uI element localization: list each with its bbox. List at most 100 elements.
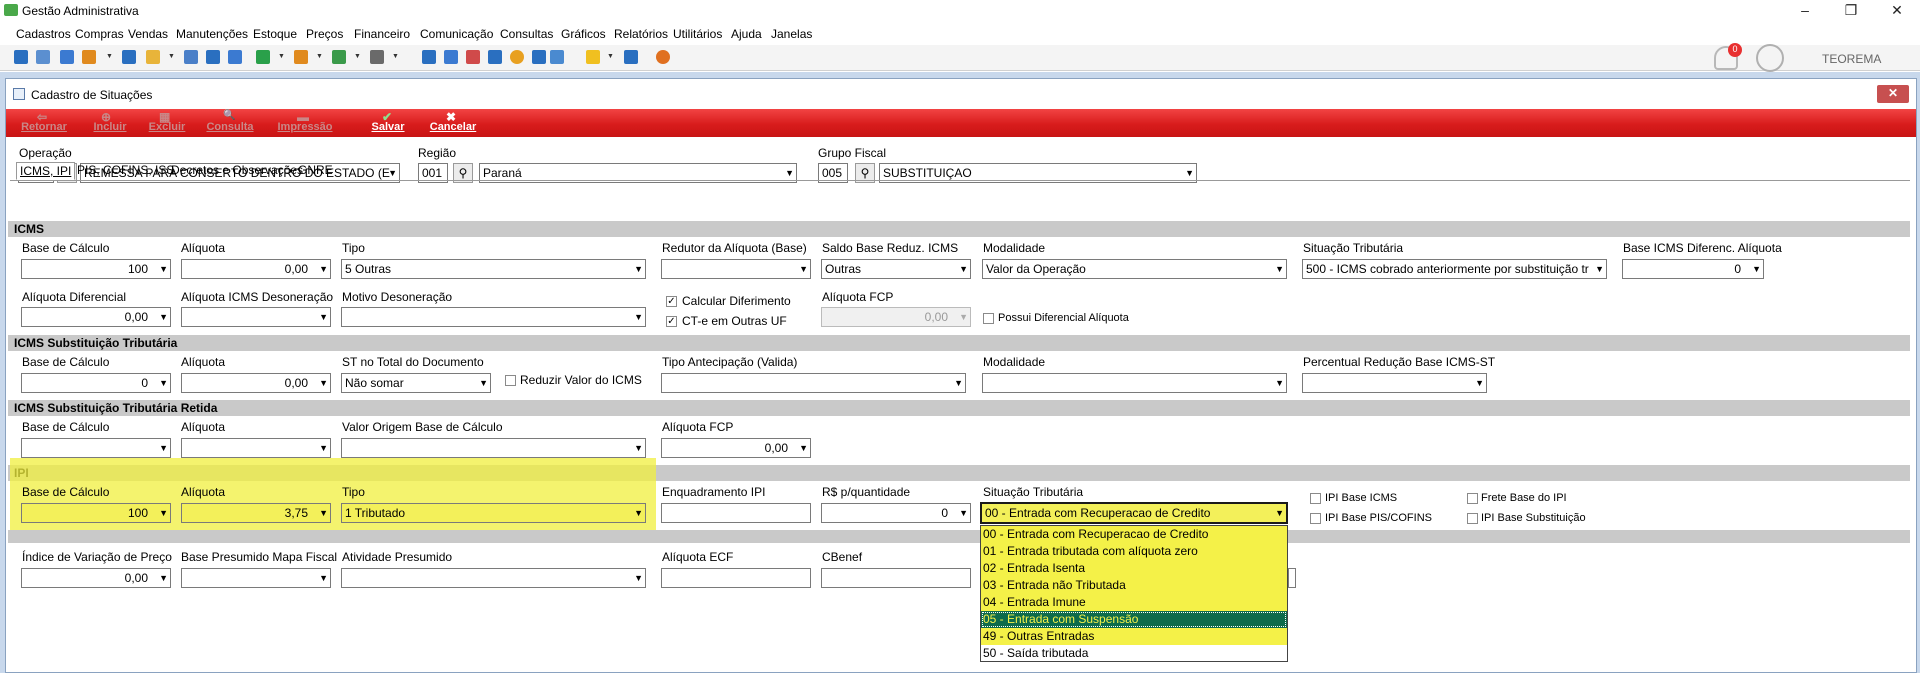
menu-janelas[interactable]: Janelas	[771, 27, 812, 41]
calendar-icon[interactable]	[466, 50, 480, 64]
table-icon[interactable]	[488, 50, 502, 64]
card-icon[interactable]	[60, 50, 74, 64]
st-modal-select[interactable]: ▼	[982, 373, 1287, 393]
list-item[interactable]: 04 - Entrada Imune	[981, 594, 1287, 611]
chart-icon[interactable]	[532, 50, 546, 64]
list-icon[interactable]	[82, 50, 96, 64]
ipi-tipo-select[interactable]: 1 Tributado ▼	[341, 503, 646, 523]
frete-base-checkbox[interactable]	[1467, 493, 1478, 504]
cancel-button[interactable]: Cancelar	[426, 121, 480, 133]
window-icon[interactable]	[550, 50, 564, 64]
st-base-input[interactable]: 0 ▼	[21, 373, 171, 393]
icms-tipo-select[interactable]: 5 Outras ▼	[341, 259, 646, 279]
menu-vendas[interactable]: Vendas	[128, 27, 168, 41]
ipi-base-icms-checkbox[interactable]	[1310, 493, 1321, 504]
maximize-button[interactable]: ❐	[1828, 0, 1874, 22]
toolbar-dropdown-icon[interactable]: ▼	[316, 53, 323, 60]
ativ-select[interactable]: ▼	[341, 568, 646, 588]
ret-aliq-input[interactable]: ▼	[181, 438, 331, 458]
toolbar-dropdown-icon[interactable]: ▼	[607, 53, 614, 60]
toolbar-dropdown-icon[interactable]: ▼	[106, 53, 113, 60]
icms-difal-input[interactable]: 0 ▼	[1622, 259, 1764, 279]
menu-graficos[interactable]: Gráficos	[561, 27, 606, 41]
ipi-sit-select[interactable]: 00 - Entrada com Recuperacao de Credito ▼	[980, 502, 1288, 524]
icms-sit-select[interactable]: 500 - ICMS cobrado anteriormente por sub…	[1302, 259, 1607, 279]
return-button[interactable]: Retornar	[18, 121, 70, 133]
menu-cadastros[interactable]: Cadastros	[16, 27, 71, 41]
tab-pis-cofins-iss[interactable]: PIS, COFINS, ISS	[74, 162, 177, 180]
menu-compras[interactable]: Compras	[75, 27, 124, 41]
menu-consultas[interactable]: Consultas	[500, 27, 553, 41]
list-item[interactable]: 02 - Entrada Isenta	[981, 560, 1287, 577]
delete-button[interactable]: Excluir	[143, 121, 191, 133]
ecf-input[interactable]	[661, 568, 811, 588]
ret-origem-select[interactable]: ▼	[341, 438, 646, 458]
toolbar-dropdown-icon[interactable]: ▼	[168, 53, 175, 60]
fcp-input[interactable]: 0,00 ▼	[821, 307, 971, 327]
report-icon[interactable]	[122, 50, 136, 64]
printer-icon[interactable]	[370, 50, 384, 64]
list-item[interactable]: 50 - Saída tributada	[981, 645, 1287, 662]
menu-comunicacao[interactable]: Comunicação	[420, 27, 493, 41]
st-tipo-select[interactable]: ▼	[661, 373, 966, 393]
list-item[interactable]: 49 - Outras Entradas	[981, 628, 1287, 645]
icms-modal-select[interactable]: Valor da Operação ▼	[982, 259, 1287, 279]
reduzir-checkbox[interactable]	[505, 375, 516, 386]
star-icon[interactable]	[586, 50, 600, 64]
ind-input[interactable]: 0,00 ▼	[21, 568, 171, 588]
ipi-pis-checkbox[interactable]	[1310, 513, 1321, 524]
info-icon[interactable]	[206, 50, 220, 64]
menu-estoque[interactable]: Estoque	[253, 27, 297, 41]
cbenef-input[interactable]	[821, 568, 971, 588]
icms-saldo-select[interactable]: Outras ▼	[821, 259, 971, 279]
form-close-button[interactable]: ✕	[1877, 85, 1909, 103]
list-item[interactable]: 03 - Entrada não Tributada	[981, 577, 1287, 594]
ipi-base-input[interactable]: 100 ▼	[21, 503, 171, 523]
menu-financeiro[interactable]: Financeiro	[354, 27, 410, 41]
icms-base-input[interactable]: 100 ▼	[21, 259, 171, 279]
menu-manutencoes[interactable]: Manutenções	[176, 27, 248, 41]
motivo-select[interactable]: ▼	[341, 307, 646, 327]
tab-decretos[interactable]: Decretos e Observações	[168, 162, 306, 180]
st-total-select[interactable]: Não somar ▼	[341, 373, 491, 393]
user-avatar-icon[interactable]	[1756, 44, 1784, 72]
clock-icon[interactable]	[510, 50, 524, 64]
possui-checkbox[interactable]	[983, 313, 994, 324]
tag-icon[interactable]	[184, 50, 198, 64]
cte-checkbox[interactable]: ✓	[666, 316, 677, 327]
screen-icon[interactable]	[228, 50, 242, 64]
users-icon[interactable]	[36, 50, 50, 64]
query-button[interactable]: Consulta	[201, 121, 259, 133]
calculator-icon[interactable]	[444, 50, 458, 64]
add-button[interactable]: Incluir	[88, 121, 132, 133]
calc-diferimento-checkbox[interactable]: ✓	[666, 296, 677, 307]
ipi-aliq-input[interactable]: 3,75 ▼	[181, 503, 331, 523]
menu-ajuda[interactable]: Ajuda	[731, 27, 762, 41]
truck-icon[interactable]	[332, 50, 346, 64]
grid-icon[interactable]	[422, 50, 436, 64]
list-item[interactable]: 01 - Entrada tributada com alíquota zero	[981, 543, 1287, 560]
ipi-rs-input[interactable]: 0 ▼	[821, 503, 971, 523]
menu-utilitarios[interactable]: Utilitários	[673, 27, 722, 41]
tab-gnre[interactable]: GNRE	[295, 162, 336, 180]
print-button[interactable]: Impressão	[272, 121, 338, 133]
box-icon[interactable]	[294, 50, 308, 64]
power-icon[interactable]	[656, 50, 670, 64]
save-button[interactable]: Salvar	[366, 121, 410, 133]
icms-redutor-select[interactable]: ▼	[661, 259, 811, 279]
tab-icms-ipi[interactable]: ICMS, IPI	[16, 162, 76, 180]
deson-input[interactable]: ▼	[181, 307, 331, 327]
minimize-button[interactable]: –	[1782, 0, 1828, 22]
ret-base-input[interactable]: ▼	[21, 438, 171, 458]
icms-aliq-input[interactable]: 0,00 ▼	[181, 259, 331, 279]
new-doc-icon[interactable]	[14, 50, 28, 64]
toolbar-dropdown-icon[interactable]: ▼	[278, 53, 285, 60]
cart-icon[interactable]	[256, 50, 270, 64]
list-item-selected[interactable]: 05 - Entrada com Suspensão	[981, 611, 1287, 628]
ret-fcp-input[interactable]: 0,00 ▼	[661, 438, 811, 458]
aliqdif-input[interactable]: 0,00 ▼	[21, 307, 171, 327]
close-button[interactable]: ✕	[1874, 0, 1920, 22]
toolbar-dropdown-icon[interactable]: ▼	[354, 53, 361, 60]
menu-precos[interactable]: Preços	[306, 27, 343, 41]
folder-icon[interactable]	[146, 50, 160, 64]
